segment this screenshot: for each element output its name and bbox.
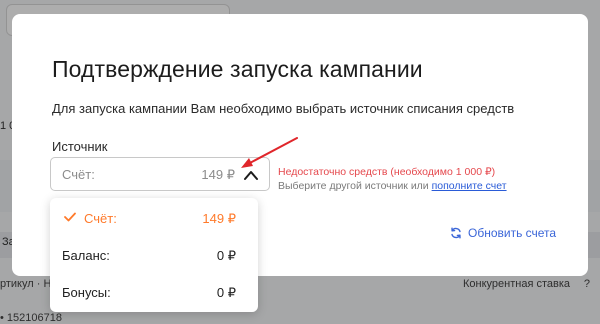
dropdown-item-label: Счёт: — [84, 211, 117, 226]
source-hint: Выберите другой источник или пополните с… — [278, 180, 507, 192]
refresh-icon — [451, 227, 461, 239]
chevron-up-icon[interactable] — [243, 168, 259, 182]
dropdown-item-value: 149 ₽ — [202, 211, 236, 226]
dropdown-item-label: Бонусы: — [62, 285, 111, 300]
insufficient-funds-error: Недостаточно средств (необходимо 1 000 ₽… — [278, 166, 496, 178]
refresh-accounts-button[interactable]: Обновить счета — [450, 226, 556, 240]
dropdown-item-value: 0 ₽ — [216, 285, 236, 300]
refresh-accounts-label: Обновить счета — [468, 226, 557, 240]
check-icon — [64, 212, 76, 222]
source-dropdown: Счёт: 149 ₽ Баланс: 0 ₽ Бонусы: 0 ₽ — [50, 198, 258, 312]
dropdown-item-label: Баланс: — [62, 248, 110, 263]
source-select[interactable]: Счёт: 149 ₽ — [50, 157, 270, 191]
modal-title: Подтверждение запуска кампании — [52, 56, 423, 82]
hint-text: Выберите другой источник или — [278, 180, 432, 192]
select-source-value: 149 ₽ — [201, 167, 235, 182]
modal-description: Для запуска кампании Вам необходимо выбр… — [52, 101, 515, 116]
dropdown-item-account[interactable]: Счёт: 149 ₽ — [50, 200, 258, 236]
dropdown-item-bonuses[interactable]: Бонусы: 0 ₽ — [50, 274, 258, 310]
top-up-link[interactable]: пополните счет — [432, 180, 507, 192]
source-label: Источник — [52, 139, 108, 154]
dropdown-item-value: 0 ₽ — [216, 248, 236, 263]
select-source-name: Счёт: — [62, 167, 95, 182]
dropdown-item-balance[interactable]: Баланс: 0 ₽ — [50, 237, 258, 273]
